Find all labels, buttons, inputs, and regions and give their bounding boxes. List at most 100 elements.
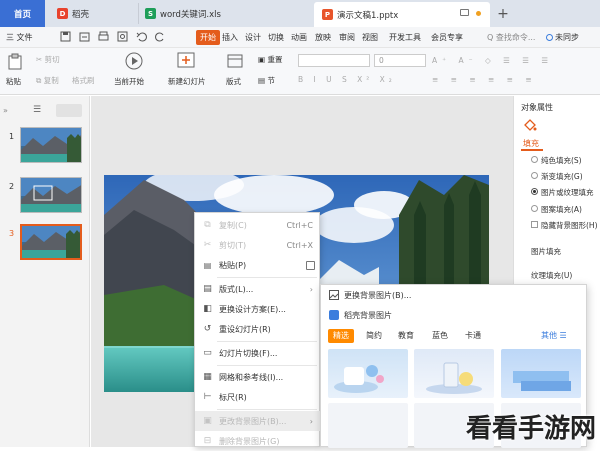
cut-button[interactable]: ✂ 剪切 [36, 54, 60, 65]
spreadsheet-icon: S [145, 8, 156, 19]
reset-button[interactable]: ▣ 重置 [258, 54, 282, 65]
slide-view-icon[interactable] [56, 104, 82, 117]
transition-icon: ▭ [203, 348, 212, 358]
background-template-card[interactable] [414, 349, 494, 398]
presentation-icon: P [322, 9, 333, 20]
texture-fill-label: 纹理填充(U) [531, 271, 573, 280]
play-from-current-label[interactable]: 当前开始 [114, 76, 144, 87]
copy-button[interactable]: ⧉ 复制 [36, 75, 59, 86]
new-tab-button[interactable]: + [496, 3, 510, 24]
menu-item-copy[interactable]: ⧉ 复制(C) Ctrl+C [195, 215, 321, 235]
slide-thumbnail-1[interactable] [20, 127, 82, 163]
menu-item-cut[interactable]: ✂ 剪切(T) Ctrl+X [195, 235, 321, 255]
chip-simple[interactable]: 简约 [366, 330, 382, 344]
menu-search[interactable]: Q 查找命令... [487, 32, 535, 43]
play-icon[interactable] [125, 52, 143, 70]
tab-home[interactable]: 首页 [0, 0, 45, 27]
tab-docer[interactable]: D 稻壳 [51, 3, 131, 24]
menu-item-delete-background[interactable]: ⊟ 删除背景图片(G) [195, 431, 321, 451]
menu-view[interactable]: 视图 [362, 32, 378, 43]
layout-label[interactable]: 版式 [226, 76, 241, 87]
font-size-value: 0 [379, 56, 384, 65]
menu-item-ruler[interactable]: ⊢ 标尺(R) [195, 387, 321, 407]
more-button[interactable]: 其他 ☰ [541, 330, 567, 344]
new-slide-icon[interactable] [177, 52, 195, 68]
undo-icon[interactable] [136, 31, 147, 42]
menu-insert[interactable]: 插入 [222, 32, 238, 43]
redo-icon[interactable] [155, 31, 166, 42]
slide-thumbnail-3[interactable] [20, 224, 82, 260]
menu-divider [217, 341, 317, 342]
menu-design[interactable]: 设计 [245, 32, 261, 43]
layout-icon: ▤ [203, 284, 212, 294]
preview-icon[interactable] [117, 31, 128, 42]
docer-background-item[interactable]: 稻壳背景图片 [321, 305, 586, 325]
paragraph-icons[interactable]: A⁺ A⁻ ◇ ☰ ☰ ☰ [432, 56, 553, 65]
hide-background-checkbox[interactable]: 隐藏背景图形(H) [531, 220, 598, 231]
export-icon[interactable] [79, 31, 90, 42]
slide-thumbnail-2[interactable] [20, 177, 82, 213]
tab-spreadsheet[interactable]: S word关键词.xls [138, 3, 308, 24]
menu-transition[interactable]: 切换 [268, 32, 284, 43]
save-icon[interactable] [60, 31, 71, 42]
menu-divider [217, 409, 317, 410]
fill-tab[interactable]: 填充 [523, 138, 539, 149]
section-button[interactable]: ▤ 节 [258, 75, 275, 86]
background-template-card[interactable] [501, 349, 581, 398]
menu-item-change-background[interactable]: ▣ 更改背景图片(B)... › [195, 411, 321, 431]
design-icon: ◧ [203, 304, 212, 314]
chip-education[interactable]: 教育 [398, 330, 414, 344]
print-icon[interactable] [98, 31, 109, 42]
menu-item-grid-guides[interactable]: ▦ 网格和参考线(I)... [195, 367, 321, 387]
cut-shortcut: Ctrl+X [286, 240, 313, 250]
menu-animation[interactable]: 动画 [291, 32, 307, 43]
format-painter-button[interactable]: 格式刷 [72, 75, 95, 86]
menu-developer[interactable]: 开发工具 [389, 32, 421, 43]
docer-icon: D [57, 8, 68, 19]
menu-vip[interactable]: 会员专享 [431, 32, 463, 43]
menu-review[interactable]: 审阅 [339, 32, 355, 43]
sync-label: 未同步 [555, 33, 579, 42]
context-menu: ⧉ 复制(C) Ctrl+C ✂ 剪切(T) Ctrl+X ▤ 粘贴(P) ▤ 版式(L).… [194, 212, 321, 447]
fill-option-picture[interactable]: 图片或纹理填充 [531, 187, 594, 198]
menu-item-change-design[interactable]: ◧ 更换设计方案(E)... [195, 299, 321, 319]
new-slide-label[interactable]: 新建幻灯片 [168, 76, 206, 87]
menu-item-layout[interactable]: ▤ 版式(L)... › [195, 279, 321, 299]
fill-option-solid[interactable]: 纯色填充(S) [531, 155, 582, 166]
chip-featured[interactable]: 精选 [328, 329, 354, 343]
paste-icon[interactable] [7, 53, 23, 70]
sync-status[interactable]: 未同步 [546, 32, 579, 43]
font-style-icons[interactable]: B I U S X² X₂ [298, 75, 396, 84]
fill-option-pattern[interactable]: 图案填充(A) [531, 204, 582, 215]
template-thumbnail-image [334, 365, 384, 393]
layout-icon[interactable] [227, 54, 243, 68]
fill-option-gradient[interactable]: 渐变填充(G) [531, 171, 583, 182]
menu-item-reset-slide[interactable]: ↺ 重设幻灯片(R) [195, 319, 321, 339]
fill-bucket-icon[interactable] [523, 118, 537, 132]
menu-slideshow[interactable]: 放映 [315, 32, 331, 43]
landscape-thumbnail-image [21, 178, 81, 212]
paste-label[interactable]: 粘贴 [6, 76, 21, 87]
plus-icon: + [497, 5, 509, 22]
chip-blue[interactable]: 蓝色 [432, 330, 448, 344]
collapse-pane-icon[interactable]: » [3, 106, 8, 115]
font-family-select[interactable] [298, 54, 370, 67]
menu-start[interactable]: 开始 [196, 30, 220, 45]
fill-option-picture-label: 图片或纹理填充 [541, 188, 594, 197]
background-template-card[interactable] [328, 349, 408, 398]
outline-view-icon[interactable]: ☰ [33, 105, 41, 115]
menu-item-slide-transition[interactable]: ▭ 幻灯片切换(F)... [195, 343, 321, 363]
font-size-select[interactable]: 0 [374, 54, 426, 67]
menu-item-copy-label: 复制(C) [219, 220, 247, 230]
tab-presentation[interactable]: P 演示文稿1.pptx [314, 2, 490, 27]
background-template-card[interactable] [328, 403, 408, 448]
tab-monitor-icon[interactable] [460, 9, 469, 16]
replace-background-item[interactable]: 更换背景图片(B)... [321, 285, 586, 305]
chip-cartoon[interactable]: 卡通 [465, 330, 481, 344]
paste-options-icon[interactable] [306, 260, 315, 270]
menu-item-paste[interactable]: ▤ 粘贴(P) [195, 255, 321, 275]
slide-number-1: 1 [9, 132, 15, 141]
slide-thumbnail-pane: » ☰ 1 2 3 [0, 96, 90, 447]
menu-file[interactable]: 三 文件 [6, 32, 33, 43]
align-icons[interactable]: ≡ ≡ ≡ ≡ ≡ ≡ [432, 75, 537, 84]
